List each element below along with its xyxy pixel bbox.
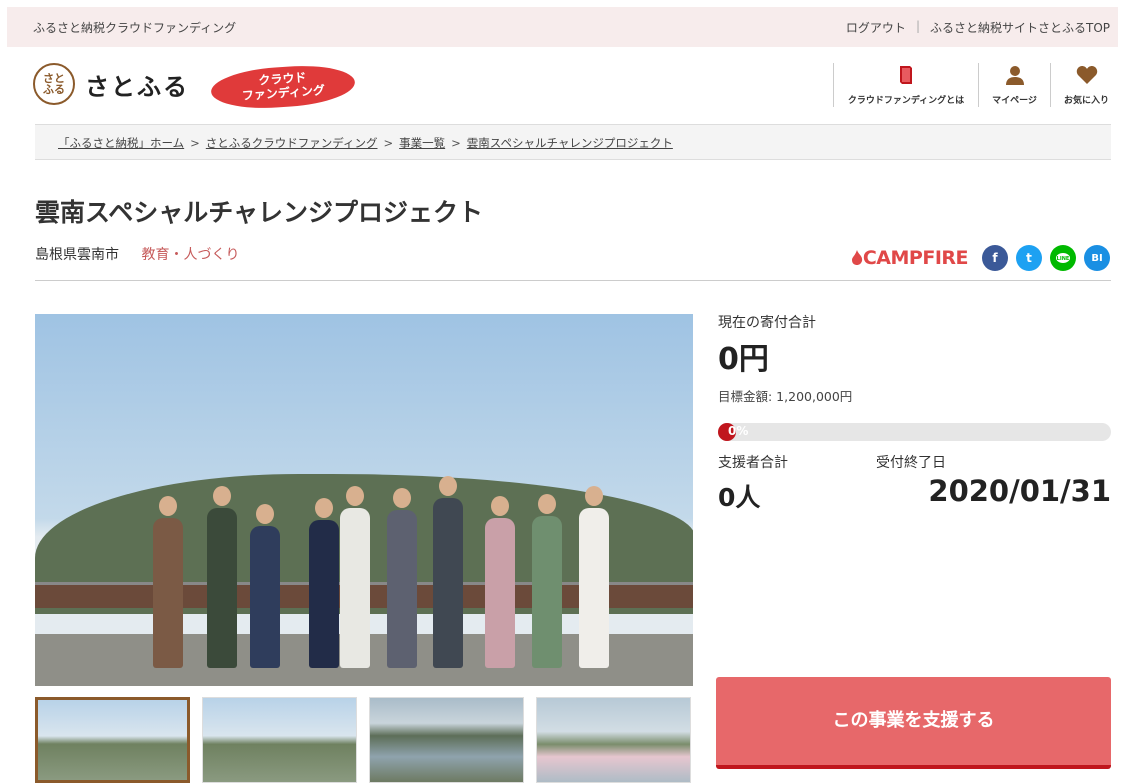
photo-person: [250, 504, 280, 668]
top-bar: ふるさと納税クラウドファンディング ログアウト | ふるさと納税サイトさとふるT…: [7, 7, 1118, 47]
goal-amount: 目標金額: 1,200,000円: [718, 389, 853, 404]
title-divider: [35, 280, 1111, 281]
progress-percent: 0%: [728, 424, 749, 438]
site-name: ふるさと納税クラウドファンディング: [33, 21, 237, 35]
photo-person: [340, 486, 370, 668]
site-header: さと ふる さとふる クラウド ファンディング クラウドファンディングとは マイペ…: [0, 47, 1132, 125]
photo-person: [485, 496, 515, 668]
crowdfunding-badge: クラウド ファンディング: [209, 62, 357, 112]
current-total-label: 現在の寄付合計: [718, 315, 816, 331]
svg-text:LINE: LINE: [1057, 256, 1070, 262]
person-icon: [979, 65, 1050, 87]
project-meta: 島根県雲南市 教育・人づくり: [35, 244, 239, 264]
thumbnail-1[interactable]: [35, 697, 190, 783]
breadcrumb: 「ふるさと納税」ホーム > さとふるクラウドファンディング > 事業一覧 > 雲南スペシャル…: [35, 124, 1111, 160]
bi-share-icon[interactable]: BI: [1084, 245, 1110, 271]
thumbnail-4[interactable]: [536, 697, 691, 783]
nav-favorites[interactable]: お気に入り: [1050, 63, 1122, 107]
funding-panel: 現在の寄付合計 0円 目標金額: 1,200,000円 0% 支援者合計 0人 …: [718, 312, 1111, 514]
thumbnail-2[interactable]: [202, 697, 357, 783]
photo-person: [309, 498, 339, 668]
book-icon: [834, 65, 978, 87]
nav-label: お気に入り: [1063, 96, 1109, 106]
current-total-amount: 0円: [718, 342, 769, 377]
nav-mypage[interactable]: マイページ: [978, 63, 1050, 107]
logo-mark: さと ふる: [33, 63, 75, 105]
photo-person: [433, 476, 463, 668]
nav-label: クラウドファンディングとは: [847, 96, 965, 106]
top-links-separator: |: [915, 19, 920, 33]
photo-person: [153, 496, 183, 668]
supporters-value: 0人: [718, 483, 761, 512]
logo-text: さとふる: [85, 71, 189, 101]
campfire-logo[interactable]: CAMPFIRE: [851, 247, 969, 269]
photo-person: [579, 486, 609, 668]
funding-stats: 支援者合計 0人 受付終了日 2020/01/31: [718, 452, 1111, 514]
project-city: 島根県雲南市: [35, 247, 119, 263]
deadline-stat: 受付終了日 2020/01/31: [876, 452, 1111, 514]
photo-person: [207, 486, 237, 668]
breadcrumb-separator: >: [383, 136, 394, 150]
breadcrumb-home[interactable]: 「ふるさと納税」ホーム: [58, 136, 184, 150]
breadcrumb-current[interactable]: 雲南スペシャルチャレンジプロジェクト: [467, 136, 673, 150]
progress-bar: 0%: [718, 423, 1111, 441]
satofull-top-link[interactable]: ふるさと納税サイトさとふるTOP: [930, 19, 1110, 36]
facebook-icon[interactable]: f: [982, 245, 1008, 271]
photo-person: [532, 494, 562, 668]
breadcrumb-crowdfunding[interactable]: さとふるクラウドファンディング: [206, 136, 378, 150]
line-icon[interactable]: LINE: [1050, 245, 1076, 271]
heart-icon: [1051, 65, 1122, 87]
breadcrumb-projects[interactable]: 事業一覧: [399, 136, 445, 150]
breadcrumb-separator: >: [451, 136, 461, 150]
logout-link[interactable]: ログアウト: [846, 19, 906, 36]
project-category[interactable]: 教育・人づくり: [141, 247, 239, 263]
photo-person: [387, 488, 417, 668]
nav-label: マイページ: [992, 96, 1037, 106]
thumbnail-3[interactable]: [369, 697, 524, 783]
deadline-value: 2020/01/31: [928, 474, 1111, 508]
campfire-text: CAMPFIRE: [862, 247, 969, 269]
site-logo[interactable]: さと ふる さとふる: [33, 63, 189, 105]
main-project-photo: [35, 314, 693, 686]
photo-thumbnails: [35, 697, 691, 783]
supporters-label: 支援者合計: [718, 455, 788, 471]
twitter-icon[interactable]: t: [1016, 245, 1042, 271]
breadcrumb-separator: >: [190, 136, 200, 150]
page-title: 雲南スペシャルチャレンジプロジェクト: [35, 198, 484, 227]
header-nav: クラウドファンディングとは マイページ お気に入り: [833, 63, 1122, 107]
nav-about-crowdfunding[interactable]: クラウドファンディングとは: [833, 63, 978, 107]
top-links: ログアウト | ふるさと納税サイトさとふるTOP: [846, 19, 1110, 36]
share-buttons: CAMPFIRE f t LINE BI: [851, 245, 1110, 271]
support-project-button[interactable]: この事業を支援する: [716, 677, 1111, 769]
supporters-stat: 支援者合計 0人: [718, 452, 876, 514]
deadline-label: 受付終了日: [876, 455, 946, 471]
